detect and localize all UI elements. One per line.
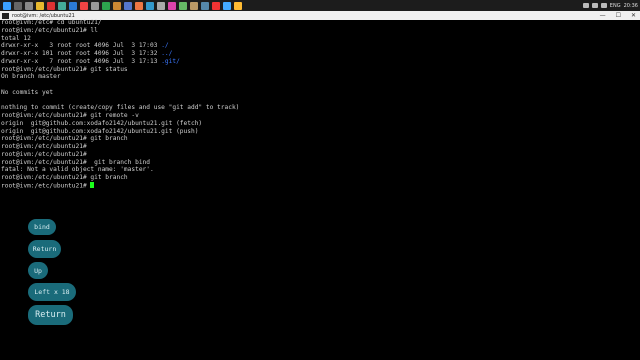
terminal-line: root@ivm:/etc/ubuntu21# git branch [1, 174, 128, 181]
language-indicator[interactable]: ENG [610, 3, 621, 9]
terminal-cursor [90, 181, 95, 189]
minimize-button[interactable]: — [600, 12, 606, 19]
maximize-button[interactable]: ☐ [616, 12, 621, 19]
app-icon[interactable] [91, 1, 99, 10]
search-icon[interactable] [14, 1, 22, 10]
app-icon[interactable] [135, 1, 143, 10]
system-tray: ENG 20:36 [582, 0, 638, 11]
app-icon[interactable] [80, 1, 88, 10]
window-title: root@ivm: /etc/ubuntu21 [12, 12, 75, 19]
terminal-line: root@ivm:/etc/ubuntu21# git branch [1, 135, 128, 143]
volume-icon[interactable] [600, 3, 607, 8]
file-explorer-icon[interactable] [36, 1, 44, 10]
app-icon[interactable] [190, 1, 198, 10]
terminal-line: origin git@github.com:xodafo2142/ubuntu2… [1, 127, 199, 135]
terminal-line: drwxr-xr-x 101 root root 4096 Jul 3 17:3… [1, 50, 173, 57]
terminal-icon [2, 12, 9, 19]
key-button-return-large[interactable]: Return [28, 305, 73, 325]
app-icon[interactable] [58, 1, 66, 10]
key-button-left-x18[interactable]: Left x 18 [28, 283, 76, 301]
terminal-line: root@ivm:/etc/ubuntu21# git branch bind [1, 158, 151, 166]
app-icon[interactable] [212, 1, 220, 10]
key-button-bind[interactable]: bind [28, 219, 56, 235]
close-button[interactable]: ✕ [631, 12, 636, 19]
terminal-line: root@ivm:/etc# cd ubuntu21/ [1, 19, 102, 26]
terminal-line: total 12 [1, 34, 31, 42]
windows-start-icon[interactable] [3, 1, 11, 10]
directory-name: ../ [161, 50, 173, 57]
terminal-line: root@ivm:/etc/ubuntu21# ll [1, 26, 98, 34]
app-icon[interactable] [223, 1, 231, 10]
app-icon[interactable] [102, 1, 110, 10]
key-button-up[interactable]: Up [28, 262, 48, 279]
terminal-line: root@ivm:/etc/ubuntu21# [1, 181, 239, 190]
app-icon[interactable] [157, 1, 165, 10]
taskbar: ENG 20:36 [0, 0, 640, 11]
directory-name: ./ [161, 42, 169, 50]
app-icon[interactable] [124, 1, 132, 10]
terminal-output: root@ivm:/etc# cd ubuntu21/root@ivm:/etc… [1, 19, 239, 190]
app-icon[interactable] [47, 1, 55, 10]
app-icon[interactable] [168, 1, 176, 10]
terminal-line: On branch master [1, 73, 61, 81]
terminal-line: root@ivm:/etc/ubuntu21# git remote -v [1, 112, 139, 119]
terminal-line: No commits yet [1, 88, 54, 96]
terminal-area[interactable]: root@ivm:/etc# cd ubuntu21/root@ivm:/etc… [0, 19, 640, 360]
key-button-return[interactable]: Return [28, 240, 61, 258]
app-icon[interactable] [234, 1, 242, 10]
directory-name: .git/ [161, 57, 180, 65]
terminal-line: fatal: Not a valid object name: 'master'… [1, 166, 154, 174]
app-icon[interactable] [201, 1, 209, 10]
terminal-line: root@ivm:/etc/ubuntu21# git status [1, 65, 128, 73]
app-icon[interactable] [69, 1, 77, 10]
app-icon[interactable] [179, 1, 187, 10]
app-icon[interactable] [146, 1, 154, 10]
terminal-line: origin git@github.com:xodafo2142/ubuntu2… [1, 119, 203, 127]
terminal-line: drwxr-xr-x 3 root root 4096 Jul 3 17:03 … [1, 42, 169, 50]
app-icon[interactable] [113, 1, 121, 10]
task-view-icon[interactable] [25, 1, 33, 10]
terminal-line: root@ivm:/etc/ubuntu21# [1, 143, 87, 150]
chevron-up-icon[interactable] [582, 3, 589, 8]
network-icon[interactable] [591, 3, 598, 8]
terminal-line: root@ivm:/etc/ubuntu21# [1, 150, 87, 158]
terminal-line: nothing to commit (create/copy files and… [1, 104, 240, 112]
terminal-line: drwxr-xr-x 7 root root 4096 Jul 3 17:13 … [1, 57, 180, 65]
clock[interactable]: 20:36 [624, 3, 638, 9]
